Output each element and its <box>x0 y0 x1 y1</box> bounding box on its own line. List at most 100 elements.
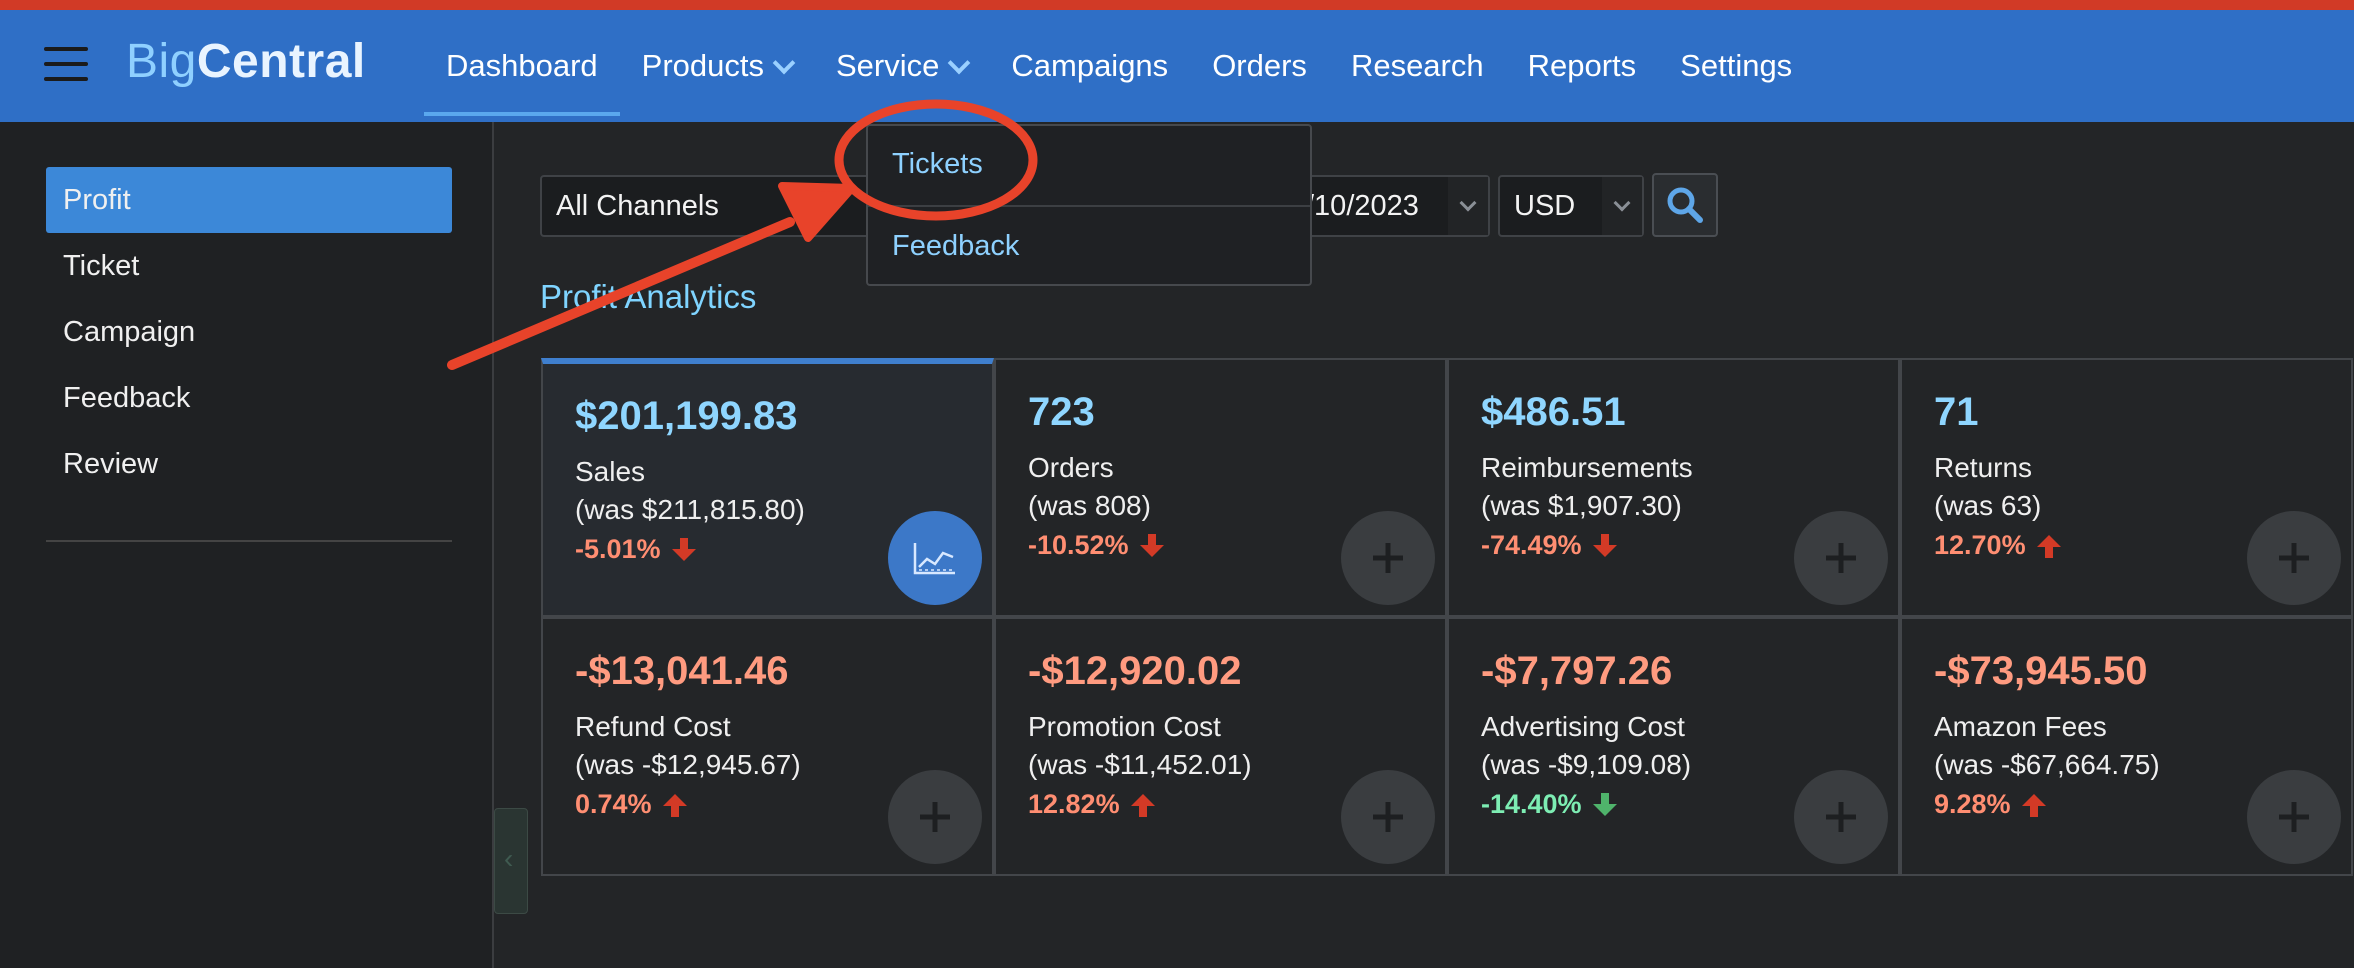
sidebar-item-label: Review <box>63 447 159 480</box>
metric-value: 723 <box>1028 390 1095 434</box>
plus-icon <box>920 802 950 832</box>
metric-card[interactable]: $486.51 Reimbursements (was $1,907.30) -74.… <box>1447 358 1900 617</box>
dropdown-item-tickets[interactable]: Tickets <box>892 148 983 181</box>
nav-dashboard[interactable]: Dashboard <box>424 10 620 122</box>
arrow-up-icon <box>662 793 687 817</box>
metric-value: $201,199.83 <box>575 394 798 438</box>
section-title: Profit Analytics <box>540 278 757 315</box>
nav-settings-label: Settings <box>1680 48 1793 83</box>
add-metric-button[interactable] <box>2247 511 2341 605</box>
nav-products-label: Products <box>641 48 764 83</box>
nav-reports-label: Reports <box>1527 48 1637 83</box>
chevron-down-icon <box>1448 177 1488 235</box>
chart-button[interactable] <box>888 511 982 605</box>
logo-part-central: Central <box>196 35 366 88</box>
metric-card[interactable]: -$13,041.46 Refund Cost (was -$12,945.67) 0… <box>541 617 994 876</box>
channel-select[interactable]: All Channels <box>540 175 880 237</box>
metric-card[interactable]: -$73,945.50 Amazon Fees (was -$67,664.75) 9… <box>1900 617 2353 876</box>
metric-change: 0.74% <box>575 789 688 820</box>
arrow-up-icon <box>2036 534 2061 558</box>
metric-previous-value: (was 808) <box>1028 490 1151 521</box>
search-button[interactable] <box>1652 173 1718 237</box>
metric-change-value: -5.01% <box>575 534 661 564</box>
sidebar-item-campaign[interactable]: Campaign <box>46 299 452 365</box>
add-metric-button[interactable] <box>1341 511 1435 605</box>
plus-icon <box>2279 543 2309 573</box>
sidebar-item-label: Feedback <box>63 381 191 414</box>
metric-label: Reimbursements <box>1481 452 1693 483</box>
metric-card[interactable]: -$7,797.26 Advertising Cost (was -$9,109.0… <box>1447 617 1900 876</box>
dropdown-divider <box>868 205 1310 207</box>
sidebar-collapse-handle[interactable] <box>494 808 528 914</box>
arrow-down-icon <box>1592 792 1617 816</box>
chevron-down-icon <box>772 51 796 75</box>
add-metric-button[interactable] <box>2247 770 2341 864</box>
metric-label: Advertising Cost <box>1481 711 1685 742</box>
nav-research[interactable]: Research <box>1329 10 1506 122</box>
sidebar-item-profit[interactable]: Profit <box>46 167 452 233</box>
nav-research-label: Research <box>1350 48 1484 83</box>
metric-card[interactable]: $201,199.83 Sales (was $211,815.80) -5.01% <box>541 358 994 617</box>
dropdown-item-feedback[interactable]: Feedback <box>892 230 1019 263</box>
metric-card[interactable]: 71 Returns (was 63) 12.70% <box>1900 358 2353 617</box>
plus-icon <box>1826 802 1856 832</box>
metric-change: 12.70% <box>1934 530 2062 561</box>
metric-value: 71 <box>1934 390 1979 434</box>
date-range-value: /10/2023 <box>1306 189 1419 222</box>
nav-service[interactable]: Service <box>814 10 989 122</box>
nav-campaigns[interactable]: Campaigns <box>989 10 1190 122</box>
metric-value: -$73,945.50 <box>1934 649 2148 693</box>
metric-previous-value: (was -$9,109.08) <box>1481 749 1692 780</box>
add-metric-button[interactable] <box>1341 770 1435 864</box>
arrow-up-icon <box>1130 793 1155 817</box>
metrics-grid: $201,199.83 Sales (was $211,815.80) -5.01% 7… <box>541 358 2354 876</box>
metric-change-value: 9.28% <box>1934 789 2011 819</box>
metric-label: Orders <box>1028 452 1114 483</box>
currency-select-value: USD <box>1514 189 1576 222</box>
metric-label: Amazon Fees <box>1934 711 2107 742</box>
metric-change-value: 0.74% <box>575 789 652 819</box>
sidebar-item-label: Campaign <box>63 315 196 348</box>
top-navigation-bar: BigCentral Dashboard Products Service Ca… <box>0 10 2354 122</box>
arrow-up-icon <box>2021 793 2046 817</box>
plus-icon <box>2279 802 2309 832</box>
currency-select[interactable]: USD <box>1498 175 1644 237</box>
arrow-down-icon <box>1139 533 1164 557</box>
metric-change-value: -10.52% <box>1028 530 1129 560</box>
date-range-select[interactable]: /10/2023 <box>1290 175 1490 237</box>
metric-card[interactable]: 723 Orders (was 808) -10.52% <box>994 358 1447 617</box>
chevron-down-icon <box>948 51 971 75</box>
plus-icon <box>1373 802 1403 832</box>
plus-icon <box>1826 543 1856 573</box>
metric-value: -$13,041.46 <box>575 649 789 693</box>
metric-previous-value: (was $211,815.80) <box>575 494 805 525</box>
logo[interactable]: BigCentral <box>126 34 366 89</box>
metric-previous-value: (was -$12,945.67) <box>575 749 801 780</box>
metric-label: Promotion Cost <box>1028 711 1221 742</box>
sidebar-item-review[interactable]: Review <box>46 431 452 497</box>
metric-change-value: -14.40% <box>1481 789 1582 819</box>
metric-change-value: 12.82% <box>1028 789 1120 819</box>
metric-card[interactable]: -$12,920.02 Promotion Cost (was -$11,452.0… <box>994 617 1447 876</box>
channel-select-value: All Channels <box>556 189 719 222</box>
sidebar-item-label: Profit <box>63 183 131 216</box>
add-metric-button[interactable] <box>888 770 982 864</box>
chevron-down-icon <box>1602 177 1642 235</box>
main-nav: Dashboard Products Service Campaigns Ord… <box>424 10 1814 122</box>
sidebar-item-feedback[interactable]: Feedback <box>46 365 452 431</box>
metric-change: -10.52% <box>1028 530 1165 561</box>
nav-orders[interactable]: Orders <box>1190 10 1329 122</box>
nav-reports[interactable]: Reports <box>1506 10 1659 122</box>
sidebar-item-ticket[interactable]: Ticket <box>46 233 452 299</box>
search-icon <box>1667 187 1703 223</box>
arrow-down-icon <box>1592 533 1617 557</box>
add-metric-button[interactable] <box>1794 770 1888 864</box>
metric-label: Returns <box>1934 452 2033 483</box>
metric-change: -74.49% <box>1481 530 1618 561</box>
nav-products[interactable]: Products <box>620 10 814 122</box>
nav-settings[interactable]: Settings <box>1658 10 1814 122</box>
metric-previous-value: (was 63) <box>1934 490 2042 521</box>
hamburger-menu-icon[interactable] <box>44 47 88 83</box>
sidebar-item-label: Ticket <box>63 249 140 282</box>
add-metric-button[interactable] <box>1794 511 1888 605</box>
